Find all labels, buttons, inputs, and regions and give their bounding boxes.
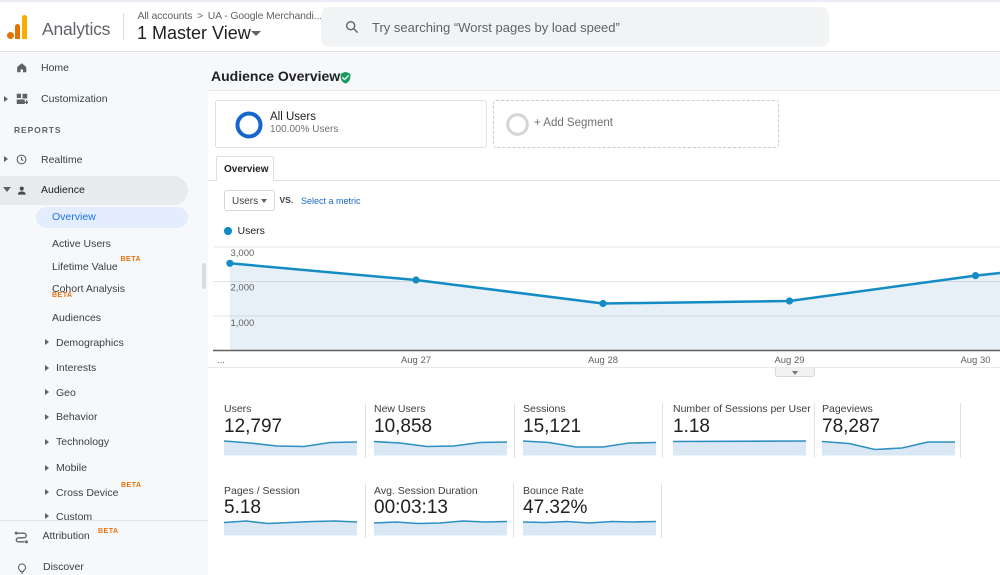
svg-text:Aug 30: Aug 30: [960, 355, 990, 366]
svg-text:Aug 28: Aug 28: [588, 355, 618, 366]
svg-text:2,000: 2,000: [231, 283, 255, 294]
svg-text:3,000: 3,000: [231, 248, 255, 259]
svg-text:...: ...: [217, 355, 225, 366]
svg-text:Aug 29: Aug 29: [774, 355, 804, 366]
svg-text:Aug 27: Aug 27: [401, 355, 431, 366]
svg-text:1,000: 1,000: [231, 318, 255, 329]
